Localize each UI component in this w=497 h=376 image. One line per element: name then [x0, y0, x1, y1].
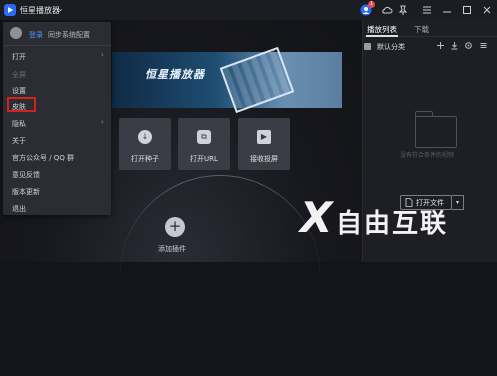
menu-item-fullscreen[interactable]: 全屏: [12, 70, 26, 80]
decorative-arc: [120, 175, 320, 376]
watermark-text: 自由互联: [336, 209, 449, 239]
restore-icon[interactable]: [461, 4, 473, 16]
menu-item-feedback[interactable]: 意见反馈: [12, 170, 40, 180]
menu-item-open[interactable]: 打开: [12, 52, 26, 62]
add-plugin-label: 添加插件: [158, 245, 186, 253]
tab-playlist[interactable]: 播放列表: [367, 24, 397, 35]
pin-icon[interactable]: [397, 4, 409, 16]
more-icon[interactable]: [479, 41, 488, 52]
open-url-label: 打开URL: [190, 155, 218, 163]
menu-item-exit[interactable]: 退出: [12, 204, 26, 214]
open-file-dropdown-icon[interactable]: ▾: [452, 195, 464, 210]
cast-icon: ▶: [257, 130, 271, 144]
open-file-label: 打开文件: [416, 199, 444, 207]
download-icon[interactable]: [450, 41, 459, 52]
menu-icon[interactable]: [421, 4, 433, 16]
menu-item-settings[interactable]: 设置: [12, 86, 26, 96]
link-icon: ⧉: [197, 130, 211, 144]
banner-title: 恒星播放器: [145, 68, 205, 81]
tab-download[interactable]: 下载: [414, 24, 429, 35]
close-icon[interactable]: [481, 4, 493, 16]
menu-item-about[interactable]: 关于: [12, 136, 26, 146]
submenu-arrow-icon: ›: [101, 51, 104, 59]
sync-config-label[interactable]: 同步系统配置: [48, 30, 90, 40]
category-icon: [364, 43, 371, 50]
open-torrent-label: 打开种子: [131, 155, 159, 163]
settings-icon[interactable]: [464, 41, 473, 52]
file-icon: [405, 198, 413, 209]
notification-badge: 1: [368, 1, 375, 8]
download-icon: ↓: [138, 130, 152, 144]
app-menu-chevron-icon[interactable]: ⌄: [57, 4, 64, 13]
login-link[interactable]: 登录: [29, 30, 43, 40]
skin-highlight-box: [7, 97, 36, 112]
menu-item-privacy[interactable]: 隐私: [12, 119, 26, 129]
watermark-logo: X: [300, 193, 333, 242]
cloud-icon[interactable]: [381, 4, 393, 16]
menu-divider: [3, 45, 111, 46]
add-plugin-button[interactable]: +: [165, 217, 185, 237]
add-icon[interactable]: [436, 41, 445, 52]
user-avatar-icon[interactable]: [10, 27, 22, 39]
empty-folder-icon: [415, 116, 457, 148]
submenu-arrow-icon: ›: [101, 118, 104, 126]
app-logo-icon[interactable]: [4, 4, 16, 16]
menu-item-official-account[interactable]: 官方公众号 / QQ 群: [12, 153, 74, 163]
tab-active-indicator: [366, 35, 398, 37]
minimize-icon[interactable]: [441, 4, 453, 16]
menu-item-update[interactable]: 版本更新: [12, 187, 40, 197]
app-name[interactable]: 恒星播放器: [20, 5, 60, 16]
empty-state-text: 没有符合条件的视频: [400, 152, 455, 159]
receive-cast-label: 接收投屏: [250, 155, 278, 163]
category-label[interactable]: 默认分类: [377, 42, 405, 52]
